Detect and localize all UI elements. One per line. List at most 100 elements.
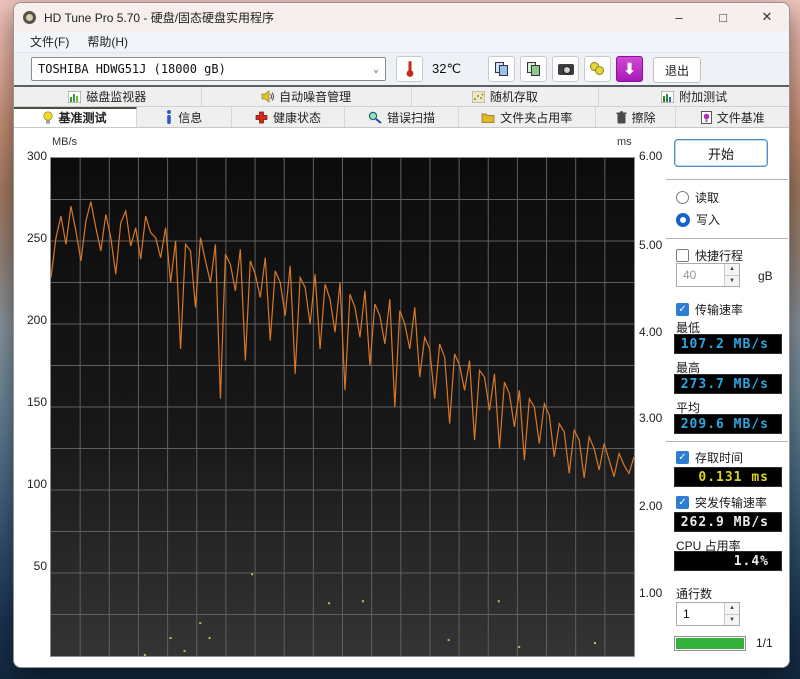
tab-disk-monitor[interactable]: 磁盘监视器 <box>14 87 202 106</box>
pass-count-label: 通行数 <box>676 587 713 601</box>
shortstroke-option[interactable]: 快捷行程 <box>676 247 743 264</box>
tab-file-benchmark[interactable]: 文件基准 <box>676 107 789 127</box>
burst-rate-option[interactable]: ✓ 突发传输速率 <box>676 494 767 511</box>
health-cross-icon <box>255 111 268 123</box>
spinner-down-icon[interactable]: ▼ <box>725 614 739 625</box>
shortstroke-label: 快捷行程 <box>695 249 744 263</box>
hdtune-window: HD Tune Pro 5.70 - 硬盘/固态硬盘实用程序 – □ ✕ 文件(… <box>13 2 790 668</box>
trash-icon <box>616 110 627 123</box>
spinner-buttons: ▲ ▼ <box>724 603 739 625</box>
tab-label: 附加测试 <box>679 90 728 104</box>
y-tick-300: 300 <box>26 149 47 163</box>
shortstroke-unit: gB <box>758 269 773 283</box>
copy-text-icon <box>494 61 509 77</box>
ms-tick-2: 2.00 <box>639 499 663 513</box>
y-tick-200: 200 <box>26 313 47 327</box>
min-value-display: 107.2 MB/s <box>674 334 782 354</box>
shortstroke-checkbox[interactable] <box>676 249 689 262</box>
tab-label: 基准测试 <box>58 111 107 125</box>
menu-bar: 文件(F) 帮助(H) <box>14 31 789 53</box>
benchmark-content: MB/s ms 300 250 200 150 100 50 6.00 5.00… <box>14 128 789 667</box>
separator <box>666 238 788 239</box>
access-time-option[interactable]: ✓ 存取时间 <box>676 449 743 466</box>
camera-icon <box>557 63 574 75</box>
tab-label: 错误扫描 <box>386 110 435 125</box>
speaker-icon <box>261 90 275 103</box>
cpu-usage-display: 1.4% <box>674 551 782 571</box>
tab-label: 自动噪音管理 <box>279 90 352 104</box>
write-option[interactable]: 写入 <box>676 211 720 228</box>
shortstroke-size-spinner[interactable]: 40 ▲ ▼ <box>676 263 740 287</box>
access-time-label: 存取时间 <box>695 451 744 465</box>
pass-count-spinner[interactable]: 1 ▲ ▼ <box>676 602 740 626</box>
menu-help[interactable]: 帮助(H) <box>78 31 137 52</box>
tab-label: 擦除 <box>631 110 656 125</box>
toolbar: TOSHIBA HDWG51J (18000 gB) ⌄ 32℃ ⬇ 退出 <box>14 53 789 87</box>
window-title: HD Tune Pro 5.70 - 硬盘/固态硬盘实用程序 <box>44 10 275 25</box>
tab-label: 文件夹占用率 <box>500 110 573 125</box>
copy-image-button[interactable] <box>520 56 547 82</box>
tab-label: 磁盘监视器 <box>86 90 147 104</box>
temperature-value: 32℃ <box>432 61 462 76</box>
progress-bar <box>674 636 746 651</box>
tab-folder-usage[interactable]: 文件夹占用率 <box>458 107 596 127</box>
transfer-rate-label: 传输速率 <box>695 303 744 317</box>
info-icon <box>167 110 172 124</box>
tab-benchmark[interactable]: 基准测试 <box>14 107 137 127</box>
y-tick-100: 100 <box>26 477 47 491</box>
transfer-rate-checkbox[interactable]: ✓ <box>676 303 689 316</box>
coins-icon <box>590 62 605 76</box>
drive-select-value: TOSHIBA HDWG51J (18000 gB) <box>38 62 226 76</box>
burst-rate-label: 突发传输速率 <box>695 496 768 510</box>
tab-info[interactable]: 信息 <box>136 107 232 127</box>
transfer-rate-option[interactable]: ✓ 传输速率 <box>676 301 743 318</box>
temperature-button[interactable] <box>396 56 423 82</box>
transfer-rate-plot <box>51 158 634 656</box>
spinner-buttons: ▲ ▼ <box>724 264 739 286</box>
screenshot-button[interactable] <box>552 56 579 82</box>
ms-tick-4: 4.00 <box>639 325 663 339</box>
spinner-up-icon[interactable]: ▲ <box>725 264 739 276</box>
extra-tests-icon <box>661 90 675 103</box>
tab-label: 健康状态 <box>272 110 321 125</box>
close-button[interactable]: ✕ <box>745 3 789 31</box>
ms-tick-5: 5.00 <box>639 238 663 252</box>
access-time-display: 0.131 ms <box>674 467 782 487</box>
burst-rate-checkbox[interactable]: ✓ <box>676 496 689 509</box>
access-time-checkbox[interactable]: ✓ <box>676 451 689 464</box>
menu-file[interactable]: 文件(F) <box>21 31 78 52</box>
start-button[interactable]: 开始 <box>674 139 768 167</box>
tab-erase[interactable]: 擦除 <box>595 107 677 127</box>
tab-health[interactable]: 健康状态 <box>231 107 346 127</box>
tab-row-secondary: 磁盘监视器 自动噪音管理 随机存取 附加测试 <box>14 87 789 107</box>
download-update-button[interactable]: ⬇ <box>616 56 643 82</box>
spinner-down-icon[interactable]: ▼ <box>725 275 739 286</box>
exit-button[interactable]: 退出 <box>653 57 701 83</box>
tab-extra-tests[interactable]: 附加测试 <box>599 87 789 106</box>
minimize-button[interactable]: – <box>657 3 701 31</box>
write-radio[interactable] <box>676 212 690 227</box>
chevron-down-icon: ⌄ <box>372 63 379 75</box>
tab-random-access[interactable]: 随机存取 <box>411 87 600 106</box>
save-results-button[interactable] <box>584 56 611 82</box>
tab-error-scan[interactable]: 错误扫描 <box>345 107 459 127</box>
avg-value-display: 209.6 MB/s <box>674 414 782 434</box>
right-axis-unit: ms <box>617 136 632 148</box>
spinner-up-icon[interactable]: ▲ <box>725 603 739 615</box>
ms-tick-3: 3.00 <box>639 411 663 425</box>
separator <box>666 441 788 442</box>
pass-count-value: 1 <box>683 607 690 621</box>
drive-select-dropdown[interactable]: TOSHIBA HDWG51J (18000 gB) ⌄ <box>31 57 386 81</box>
copy-text-button[interactable] <box>488 56 515 82</box>
max-value-display: 273.7 MB/s <box>674 374 782 394</box>
read-radio[interactable] <box>676 191 689 204</box>
read-option[interactable]: 读取 <box>676 189 719 206</box>
ms-tick-1: 1.00 <box>639 586 663 600</box>
tab-auto-acoustic[interactable]: 自动噪音管理 <box>201 87 412 106</box>
tab-row-primary: 基准测试 信息 健康状态 错误扫描 文件夹占用率 擦除 文件基准 <box>14 107 789 128</box>
tab-label: 文件基准 <box>716 110 765 125</box>
maximize-button[interactable]: □ <box>701 3 745 31</box>
write-label: 写入 <box>696 213 721 227</box>
y-tick-250: 250 <box>26 231 47 245</box>
tab-label: 信息 <box>178 110 203 125</box>
